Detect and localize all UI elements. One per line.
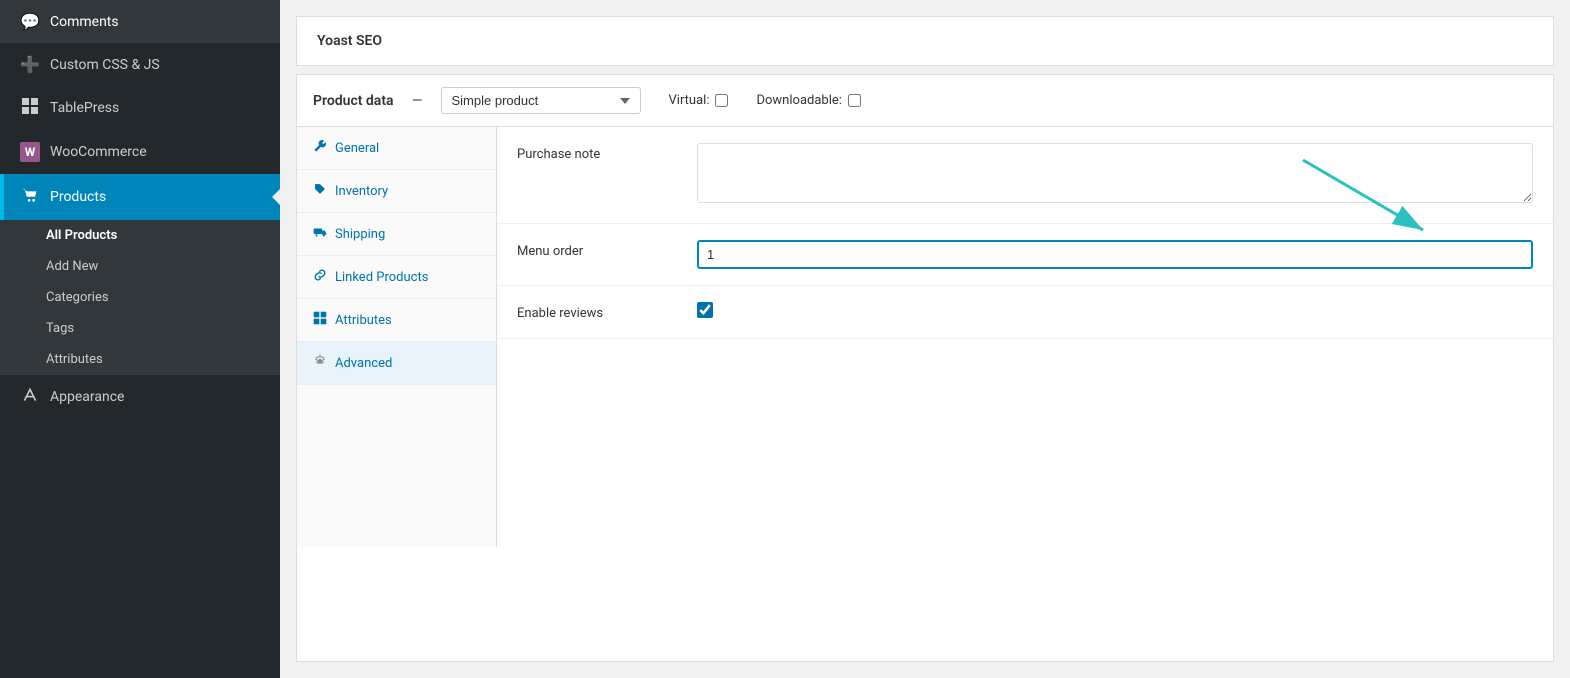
- tab-advanced[interactable]: Advanced: [297, 342, 496, 385]
- sidebar-item-attributes[interactable]: Attributes: [0, 344, 280, 375]
- product-data-label: Product data: [313, 93, 394, 109]
- product-tabs: General Inventory Shipping: [297, 127, 497, 547]
- purchase-note-value: [697, 143, 1533, 207]
- products-label: Products: [50, 189, 106, 205]
- plus-icon: ➕: [20, 55, 40, 74]
- tablepress-icon: [20, 98, 40, 118]
- tab-linked-products[interactable]: Linked Products: [297, 256, 496, 299]
- product-data-header: Product data — Simple product Virtual: D…: [297, 75, 1553, 127]
- virtual-group: Virtual:: [669, 93, 729, 108]
- enable-reviews-row: Enable reviews: [497, 286, 1553, 339]
- menu-order-value: [697, 240, 1533, 269]
- sidebar-item-comments[interactable]: 💬 Comments: [0, 0, 280, 43]
- tab-shipping[interactable]: Shipping: [297, 213, 496, 256]
- product-data-section: Product data — Simple product Virtual: D…: [296, 74, 1554, 662]
- tab-shipping-label: Shipping: [335, 227, 385, 242]
- virtual-label: Virtual:: [669, 93, 710, 108]
- menu-order-input[interactable]: [697, 240, 1533, 269]
- tab-general-label: General: [335, 141, 379, 156]
- enable-reviews-checkbox[interactable]: [697, 302, 713, 318]
- tag-icon: [313, 182, 327, 200]
- menu-order-row: Menu order: [497, 224, 1553, 286]
- tab-inventory-label: Inventory: [335, 184, 388, 199]
- sidebar-item-woocommerce[interactable]: W WooCommerce: [0, 130, 280, 174]
- yoast-section: Yoast SEO: [296, 16, 1554, 66]
- sidebar-item-custom-css-js[interactable]: ➕ Custom CSS & JS: [0, 43, 280, 86]
- truck-icon: [313, 225, 327, 243]
- woocommerce-icon: W: [20, 142, 40, 162]
- main-content: Yoast SEO Product data — Simple product …: [280, 0, 1570, 678]
- purchase-note-label: Purchase note: [517, 143, 697, 162]
- wrench-icon: [313, 139, 327, 157]
- tab-attributes-label: Attributes: [335, 313, 392, 328]
- enable-reviews-value: [697, 302, 1533, 322]
- sidebar-item-tags[interactable]: Tags: [0, 313, 280, 344]
- tab-general[interactable]: General: [297, 127, 496, 170]
- product-tab-content: Purchase note Menu order: [497, 127, 1553, 547]
- purchase-note-row: Purchase note: [497, 127, 1553, 224]
- tab-linked-products-label: Linked Products: [335, 270, 428, 285]
- product-type-select[interactable]: Simple product: [441, 87, 641, 114]
- purchase-note-textarea[interactable]: [697, 143, 1533, 203]
- menu-order-label: Menu order: [517, 240, 697, 259]
- product-data-body: General Inventory Shipping: [297, 127, 1553, 547]
- products-icon: [20, 186, 40, 208]
- downloadable-group: Downloadable:: [756, 93, 860, 108]
- sidebar-item-appearance[interactable]: Appearance: [0, 375, 280, 419]
- downloadable-checkbox[interactable]: [848, 94, 861, 107]
- sidebar: 💬 Comments ➕ Custom CSS & JS TablePress …: [0, 0, 280, 678]
- sidebar-item-products[interactable]: Products: [0, 174, 280, 220]
- tab-inventory[interactable]: Inventory: [297, 170, 496, 213]
- sidebar-item-tablepress[interactable]: TablePress: [0, 86, 280, 130]
- tab-attributes[interactable]: Attributes: [297, 299, 496, 342]
- sidebar-item-all-products[interactable]: All Products: [0, 220, 280, 251]
- sidebar-item-add-new[interactable]: Add New: [0, 251, 280, 282]
- tab-advanced-label: Advanced: [335, 356, 392, 371]
- downloadable-label: Downloadable:: [756, 93, 841, 108]
- product-data-dash: —: [412, 93, 423, 109]
- link-icon: [313, 268, 327, 286]
- yoast-title: Yoast SEO: [317, 33, 382, 49]
- gear-icon: [313, 354, 327, 372]
- appearance-icon: [20, 387, 40, 407]
- virtual-checkbox[interactable]: [715, 94, 728, 107]
- enable-reviews-label: Enable reviews: [517, 302, 697, 321]
- attributes-icon: [313, 311, 327, 329]
- products-submenu: All Products Add New Categories Tags Att…: [0, 220, 280, 375]
- sidebar-item-categories[interactable]: Categories: [0, 282, 280, 313]
- comments-icon: 💬: [20, 12, 40, 31]
